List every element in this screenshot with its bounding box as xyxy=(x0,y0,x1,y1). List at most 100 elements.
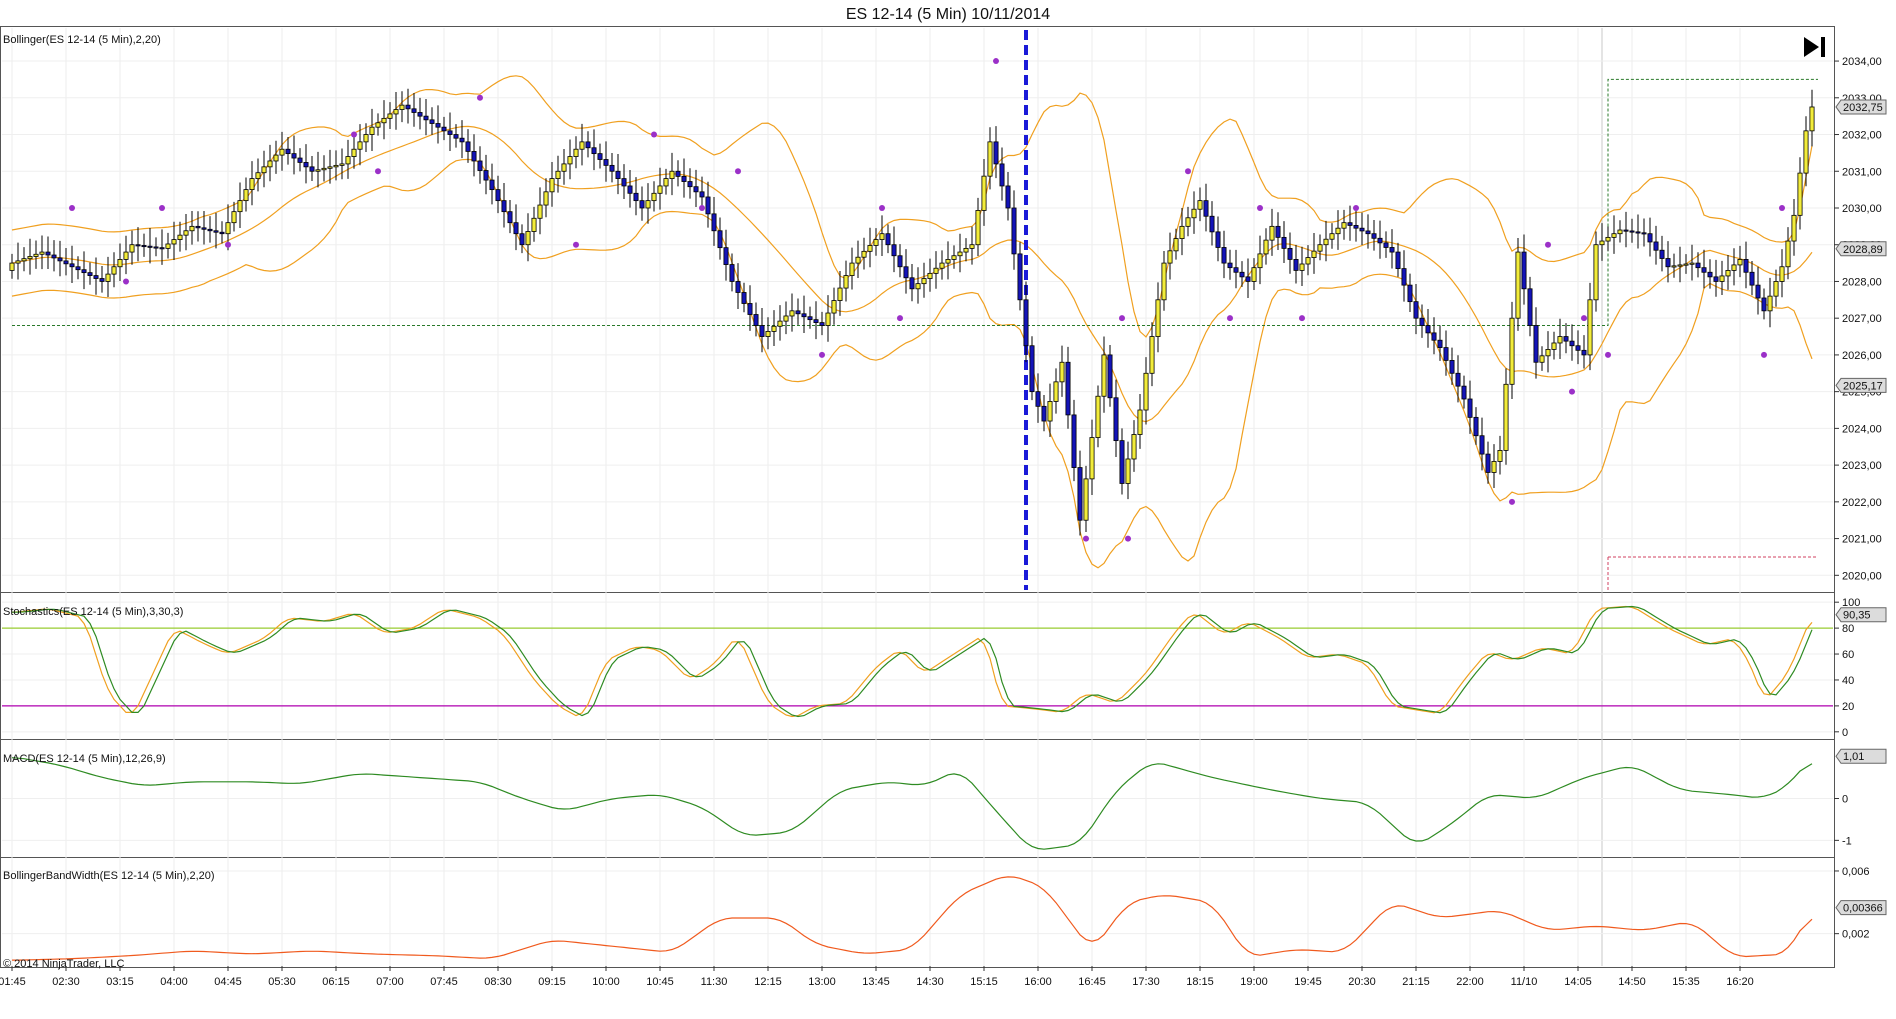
bear-candle-body xyxy=(1521,251,1527,290)
candle xyxy=(135,227,141,262)
candle xyxy=(909,263,915,302)
bull-candle-body xyxy=(1089,437,1095,480)
time-tick-label: 13:00 xyxy=(808,976,836,988)
candle xyxy=(1083,465,1089,532)
candle xyxy=(1671,253,1677,278)
bull-candle-body xyxy=(1125,458,1131,484)
candle xyxy=(1491,444,1497,488)
bear-candle-body xyxy=(1407,284,1413,303)
bear-candle-body xyxy=(1371,233,1377,239)
bear-candle-body xyxy=(1215,231,1221,248)
bear-candle-body xyxy=(459,137,465,143)
bull-candle-body xyxy=(1149,336,1155,374)
candle xyxy=(927,258,933,292)
bull-candle-body xyxy=(1509,317,1515,385)
bull-candle-body xyxy=(1047,401,1053,422)
candle xyxy=(1089,419,1095,496)
bear-candle-body xyxy=(471,151,477,162)
candle xyxy=(489,163,495,205)
time-tick-label: 10:45 xyxy=(646,976,674,988)
bull-candle-body xyxy=(105,273,111,282)
candle xyxy=(1527,276,1533,337)
candle xyxy=(1287,232,1293,274)
bull-candle-body xyxy=(345,156,351,165)
candle xyxy=(381,100,387,140)
time-tick-label: 04:45 xyxy=(214,976,242,988)
candle xyxy=(819,311,825,336)
swing-high-dot xyxy=(69,204,75,211)
bear-candle-body xyxy=(675,170,681,177)
bear-candle-body xyxy=(441,126,447,132)
candle xyxy=(873,228,879,256)
bull-candle-body xyxy=(1557,336,1563,344)
candle xyxy=(597,143,603,169)
candle xyxy=(147,227,153,264)
candle xyxy=(1461,375,1467,409)
bear-candle-body xyxy=(735,281,741,293)
bear-candle-body xyxy=(1353,225,1359,229)
bear-candle-body xyxy=(1035,391,1041,407)
bear-candle-body xyxy=(195,225,201,229)
bear-candle-body xyxy=(1479,435,1485,455)
bull-candle-body xyxy=(789,310,795,317)
time-tick-label: 08:30 xyxy=(484,976,512,988)
value-tick-label: 2034,00 xyxy=(1842,56,1882,68)
candle xyxy=(1713,259,1719,297)
time-tick-label: 16:00 xyxy=(1024,976,1052,988)
candle xyxy=(1599,223,1605,261)
bear-candle-body xyxy=(453,134,459,139)
candle xyxy=(897,244,903,278)
candle xyxy=(723,229,729,281)
candle xyxy=(1005,172,1011,221)
candle xyxy=(177,221,183,252)
bull-candle-body xyxy=(1599,240,1605,246)
bull-candle-body xyxy=(39,251,45,255)
value-tick-label: 2032,00 xyxy=(1842,130,1882,142)
bear-candle-body xyxy=(993,141,999,165)
candle xyxy=(1575,330,1581,365)
bull-candle-body xyxy=(189,225,195,232)
bull-candle-body xyxy=(1341,222,1347,229)
candle xyxy=(1467,380,1473,434)
bull-candle-body xyxy=(537,204,543,219)
candle xyxy=(1059,345,1065,397)
time-tick-label: 19:00 xyxy=(1240,976,1268,988)
swing-low-dot xyxy=(225,241,231,248)
candle xyxy=(1797,157,1803,230)
bear-candle-body xyxy=(627,185,633,194)
bear-candle-body xyxy=(639,200,645,209)
candle xyxy=(1335,210,1341,250)
candle xyxy=(1731,248,1737,286)
swing-low-dot xyxy=(1569,388,1575,395)
candle xyxy=(1173,228,1179,260)
value-tick-label: 2023,00 xyxy=(1842,460,1882,472)
candle xyxy=(387,102,393,129)
candle xyxy=(153,237,159,257)
bear-candle-body xyxy=(447,130,453,135)
bull-candle-body xyxy=(861,250,867,258)
bull-candle-body xyxy=(561,163,567,172)
candle xyxy=(615,153,621,195)
candle xyxy=(1779,249,1785,298)
bear-candle-body xyxy=(807,316,813,321)
skip-to-end-icon[interactable] xyxy=(1800,34,1828,60)
value-tick-label: 60 xyxy=(1842,649,1854,661)
bear-candle-body xyxy=(201,227,207,230)
stochastics-panel-label: Stochastics(ES 12-14 (5 Min),3,30,3) xyxy=(3,606,183,618)
chart-canvas[interactable]: ES 12-14 (5 Min) 10/11/2014 2034,002033,… xyxy=(0,0,1896,1014)
candle xyxy=(1137,393,1143,449)
candle xyxy=(159,229,165,265)
candle xyxy=(15,242,21,280)
bull-candle-body xyxy=(1785,240,1791,268)
candle xyxy=(447,112,453,152)
bull-candle-body xyxy=(33,253,39,257)
candle xyxy=(1299,246,1305,286)
value-tick-label: 2020,00 xyxy=(1842,570,1882,582)
candle xyxy=(1629,218,1635,243)
time-tick-label: 11:30 xyxy=(701,976,728,988)
bull-candle-body xyxy=(387,113,393,119)
bandwidth-value-badge: 0,00366 xyxy=(1835,900,1887,916)
bull-candle-body xyxy=(939,262,945,269)
candle xyxy=(45,236,51,270)
bear-candle-body xyxy=(819,322,825,326)
